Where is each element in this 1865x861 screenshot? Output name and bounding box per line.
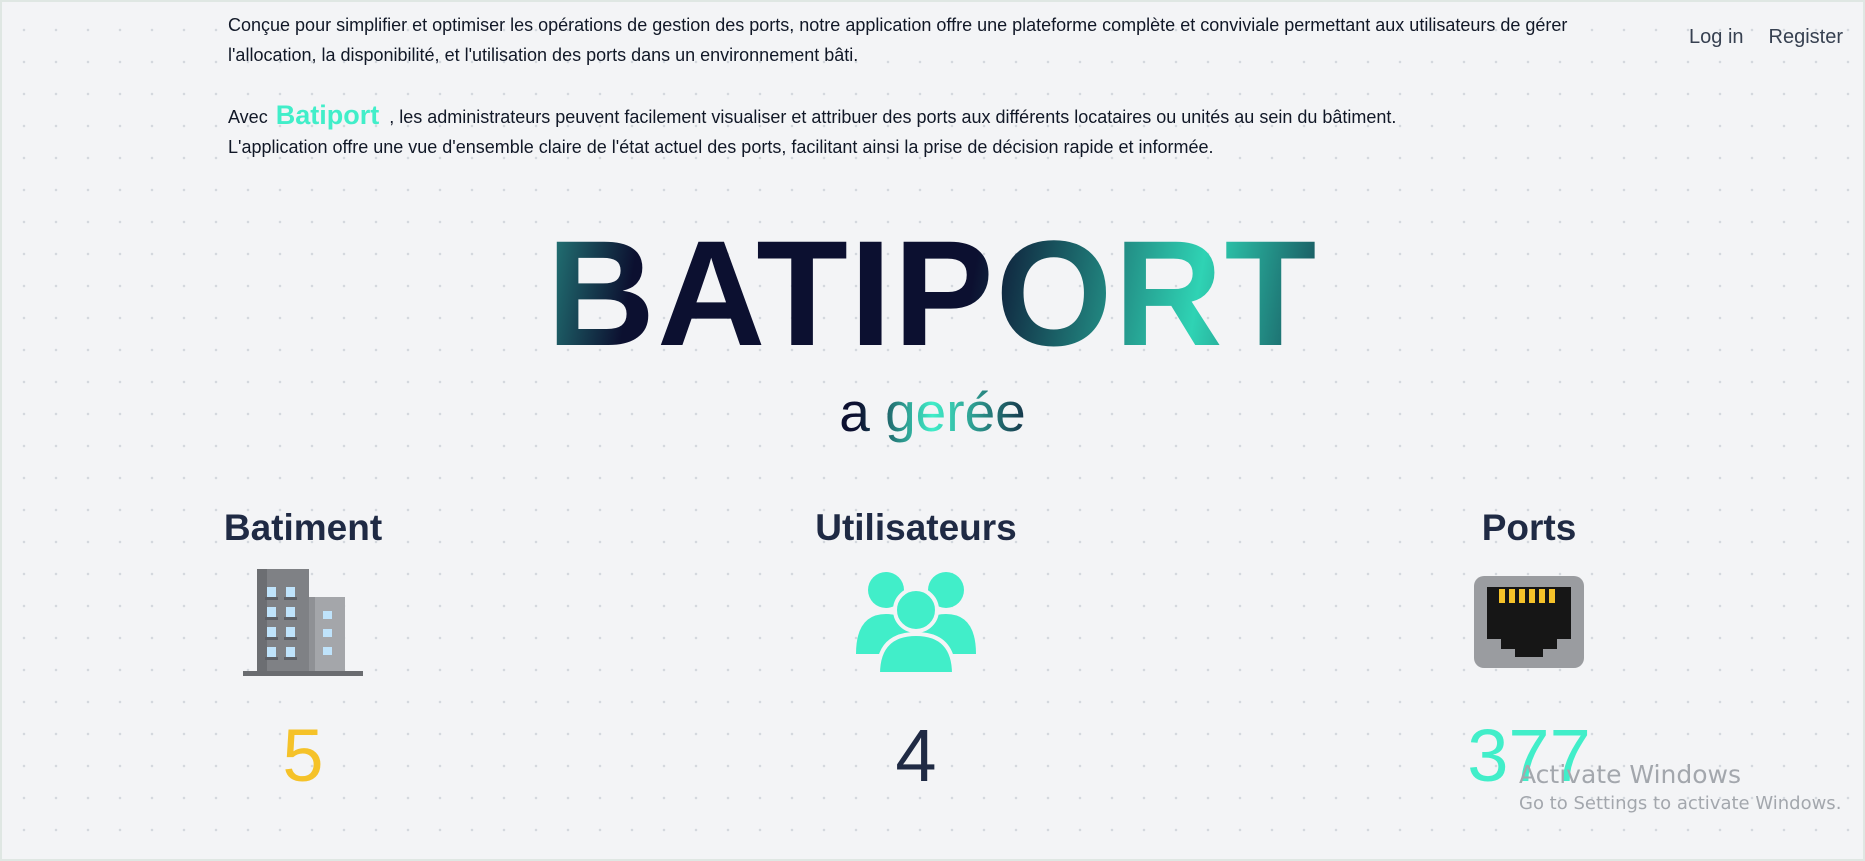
intro-line-2: L'application offre une vue d'ensemble c… <box>228 137 1214 157</box>
intro-prefix: Avec <box>228 107 268 127</box>
brand-inline: Batiport <box>275 100 380 130</box>
register-link[interactable]: Register <box>1769 26 1843 49</box>
stat-ports: Ports 377 <box>1349 500 1709 796</box>
login-link[interactable]: Log in <box>1689 26 1744 49</box>
watermark-subtitle: Go to Settings to activate Windows. <box>1519 793 1842 814</box>
watermark-title: Activate Windows <box>1519 760 1741 789</box>
intro-paragraph-1: Conçue pour simplifier et optimiser les … <box>228 15 1568 65</box>
auth-nav: Log in Register <box>1689 26 1843 49</box>
ethernet-port-icon <box>1349 562 1709 682</box>
stat-label: Batiment <box>223 507 383 548</box>
stat-label: Utilisateurs <box>815 507 1017 548</box>
hero-title: BATIPORT <box>0 208 1865 378</box>
intro-paragraph-2: Avec Batiport , les administrateurs peuven… <box>228 100 1608 162</box>
hero-subtitle: a gerée <box>0 378 1865 446</box>
stat-label: Ports <box>1481 507 1577 548</box>
stat-utilisateurs: Utilisateurs 4 <box>736 500 1096 796</box>
building-icon <box>123 562 483 682</box>
stat-value: 4 <box>895 714 937 797</box>
users-icon <box>736 562 1096 682</box>
clipped-text-line <box>228 0 1568 4</box>
stat-batiment: Batiment 5 <box>123 500 483 796</box>
windows-activation-watermark: Activate Windows Go to Settings to activ… <box>1519 758 1841 816</box>
stat-value: 5 <box>282 714 324 797</box>
intro-rest: , les administrateurs peuvent facilement… <box>389 107 1397 127</box>
intro-section: Conçue pour simplifier et optimiser les … <box>228 10 1608 162</box>
